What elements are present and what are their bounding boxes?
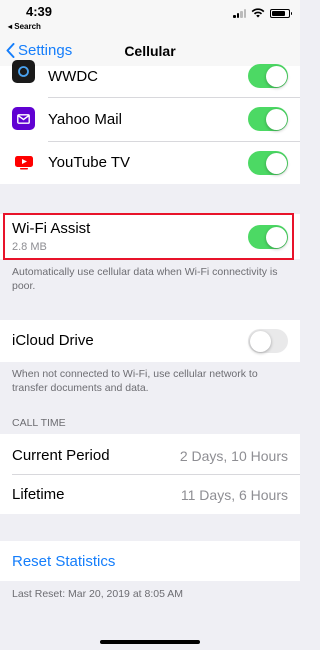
lifetime-label: Lifetime xyxy=(12,486,65,503)
list-item: Yahoo Mail xyxy=(0,98,300,141)
icloud-drive-toggle[interactable] xyxy=(248,329,288,353)
app-name: Yahoo Mail xyxy=(48,111,122,128)
icloud-drive-row: iCloud Drive xyxy=(0,320,300,362)
status-time: 4:39 xyxy=(26,4,53,19)
battery-icon xyxy=(270,8,292,18)
list-item: YouTube TV xyxy=(0,142,300,184)
home-indicator[interactable] xyxy=(100,640,200,644)
current-period-value: 2 Days, 10 Hours xyxy=(179,448,288,464)
last-reset-text: Last Reset: Mar 20, 2019 at 8:05 AM xyxy=(12,588,184,600)
yahoo-mail-icon xyxy=(12,107,35,130)
navigation-bar: Settings Cellular xyxy=(0,40,300,66)
yahoo-mail-cellular-toggle[interactable] xyxy=(248,107,288,131)
icloud-drive-description: When not connected to Wi-Fi, use cellula… xyxy=(12,368,258,394)
app-name: WWDC xyxy=(48,68,98,85)
call-time-header: CALL TIME xyxy=(12,417,66,429)
icloud-drive-label: iCloud Drive xyxy=(12,332,94,349)
reset-statistics-row: Reset Statistics xyxy=(0,541,300,581)
wwdc-cellular-toggle[interactable] xyxy=(248,64,288,88)
current-period-label: Current Period xyxy=(12,447,110,464)
wwdc-icon xyxy=(12,60,35,83)
highlight-box xyxy=(3,213,294,260)
page-title: Cellular xyxy=(124,43,176,59)
wifi-assist-description: Automatically use cellular data when Wi-… xyxy=(12,266,278,292)
lifetime-row: Lifetime 11 Days, 6 Hours xyxy=(0,475,300,514)
lifetime-value: 11 Days, 6 Hours xyxy=(180,487,288,503)
reset-statistics-button[interactable]: Reset Statistics xyxy=(12,553,115,570)
list-item: WWDC xyxy=(0,60,300,88)
call-time-group: Current Period 2 Days, 10 Hours Lifetime… xyxy=(0,434,300,514)
youtube-tv-icon xyxy=(12,151,35,174)
status-icons xyxy=(233,8,292,18)
status-bar: 4:39 ◂ Search xyxy=(0,0,300,40)
app-cellular-list: WWDC Yahoo Mail YouTube TV xyxy=(0,60,300,184)
back-to-app-link[interactable]: ◂ Search xyxy=(8,22,41,31)
wifi-icon xyxy=(251,8,265,18)
youtube-tv-cellular-toggle[interactable] xyxy=(248,151,288,175)
app-name: YouTube TV xyxy=(48,154,131,171)
cellular-signal-icon xyxy=(233,8,246,18)
current-period-row: Current Period 2 Days, 10 Hours xyxy=(0,434,300,474)
